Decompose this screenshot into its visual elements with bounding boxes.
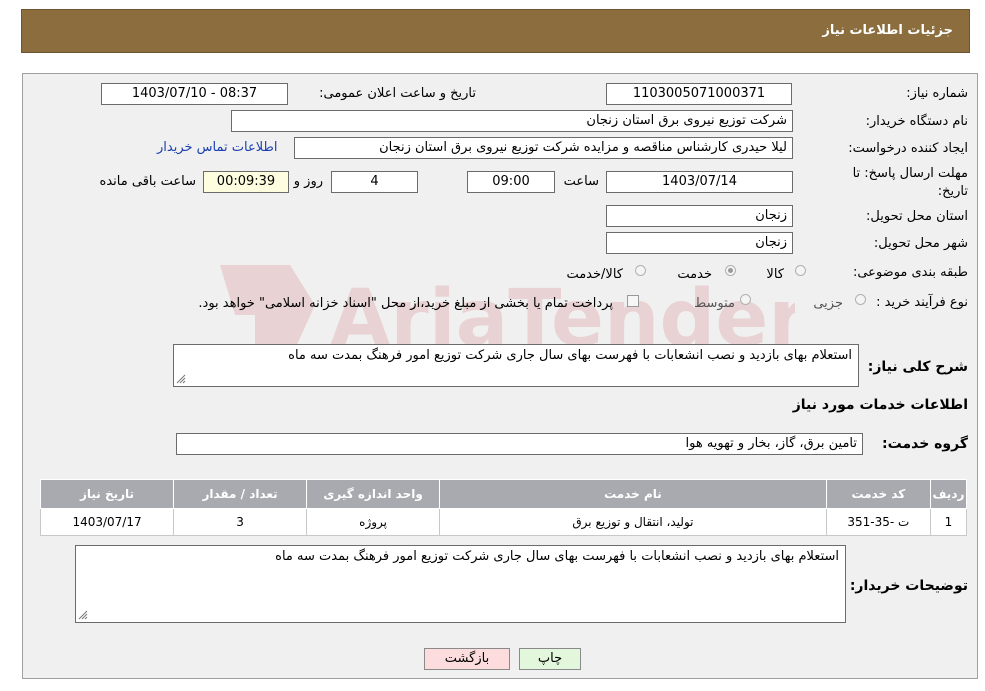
category-service-label: خدمت xyxy=(677,267,712,282)
province-field[interactable]: زنجان xyxy=(606,205,793,227)
table-row: 1 ت -35-351 تولید، انتقال و توزیع برق پر… xyxy=(39,508,968,536)
category-goods-radio[interactable] xyxy=(795,265,806,276)
print-button[interactable]: چاپ xyxy=(519,648,581,670)
province-label: استان محل تحویل: xyxy=(866,209,968,224)
cell-service-name: تولید، انتقال و توزیع برق xyxy=(439,508,827,536)
page-header: جزئیات اطلاعات نیاز xyxy=(21,9,970,53)
deadline-date-field[interactable]: 1403/07/14 xyxy=(606,171,793,193)
deadline-label-text: مهلت ارسال پاسخ: تا تاریخ: xyxy=(852,166,968,199)
requester-label: ایجاد کننده درخواست: xyxy=(848,141,968,156)
remaining-time-field: 00:09:39 xyxy=(203,171,289,193)
table-header-row: ردیف کد خدمت نام خدمت واحد اندازه گیری ت… xyxy=(39,479,968,509)
buyer-notes-text: استعلام بهای بازدید و نصب انشعابات با فه… xyxy=(275,549,839,564)
remaining-days-field[interactable]: 4 xyxy=(331,171,418,193)
cell-quantity: 3 xyxy=(173,508,308,536)
cell-service-code: ت -35-351 xyxy=(825,508,931,536)
service-group-field[interactable]: تامین برق، گاز، بخار و تهویه هوا xyxy=(176,433,863,455)
buyer-notes-label: توضیحات خریدار: xyxy=(849,578,968,594)
purchase-partial-label: جزیی xyxy=(813,296,843,311)
buyer-notes-textarea[interactable]: استعلام بهای بازدید و نصب انشعابات با فه… xyxy=(75,545,846,623)
col-need-date: تاریخ نیاز xyxy=(39,479,175,509)
city-field[interactable]: زنجان xyxy=(606,232,793,254)
category-goods-service-radio[interactable] xyxy=(635,265,646,276)
category-service-radio[interactable] xyxy=(725,265,736,276)
announce-datetime-label: تاریخ و ساعت اعلان عمومی: xyxy=(319,86,476,101)
deadline-time-label: ساعت xyxy=(563,174,599,189)
requester-field[interactable]: لیلا حیدری کارشناس مناقصه و مزایده شرکت … xyxy=(294,137,793,159)
deadline-time-field[interactable]: 09:00 xyxy=(467,171,555,193)
cell-need-date: 1403/07/17 xyxy=(39,508,175,536)
remaining-days-label: روز و xyxy=(293,174,323,189)
summary-textarea[interactable]: استعلام بهای بازدید و نصب انشعابات با فه… xyxy=(173,344,859,387)
category-label: طبقه بندی موضوعی: xyxy=(852,265,968,280)
need-number-label: شماره نیاز: xyxy=(906,86,968,101)
col-quantity: تعداد / مقدار xyxy=(173,479,308,509)
purchase-medium-label: متوسط xyxy=(694,296,735,311)
category-goods-service-label: کالا/خدمت xyxy=(566,267,623,282)
resize-grip-icon[interactable] xyxy=(176,374,186,384)
remaining-time-label: ساعت باقی مانده xyxy=(99,174,196,189)
need-number-field[interactable]: 1103005071000371 xyxy=(606,83,792,105)
service-group-label: گروه خدمت: xyxy=(882,436,968,452)
city-label: شهر محل تحویل: xyxy=(873,236,968,251)
deadline-label: مهلت ارسال پاسخ: تا تاریخ: xyxy=(838,165,968,201)
buyer-org-label: نام دستگاه خریدار: xyxy=(865,114,968,129)
services-section-title: اطلاعات خدمات مورد نیاز xyxy=(792,397,968,413)
page-title: جزئیات اطلاعات نیاز xyxy=(822,23,953,38)
purchase-medium-radio[interactable] xyxy=(740,294,751,305)
category-goods-label: کالا xyxy=(766,267,784,282)
col-service-name: نام خدمت xyxy=(439,479,827,509)
cell-unit: پروژه xyxy=(306,508,441,536)
col-unit: واحد اندازه گیری xyxy=(306,479,441,509)
services-table: ردیف کد خدمت نام خدمت واحد اندازه گیری ت… xyxy=(39,479,968,536)
treasury-checkbox[interactable] xyxy=(627,295,639,307)
col-service-code: کد خدمت xyxy=(825,479,931,509)
summary-text: استعلام بهای بازدید و نصب انشعابات با فه… xyxy=(288,348,852,363)
purchase-type-label: نوع فرآیند خرید : xyxy=(876,295,968,310)
announce-datetime-field[interactable]: 1403/07/10 - 08:37 xyxy=(101,83,288,105)
purchase-partial-radio[interactable] xyxy=(855,294,866,305)
buyer-org-field[interactable]: شرکت توزیع نیروی برق استان زنجان xyxy=(231,110,793,132)
treasury-note: پرداخت تمام یا بخشی از مبلغ خرید،از محل … xyxy=(198,296,613,311)
summary-label: شرح کلی نیاز: xyxy=(867,359,968,375)
back-button[interactable]: بازگشت xyxy=(424,648,510,670)
resize-grip-icon[interactable] xyxy=(78,610,88,620)
col-row-number: ردیف xyxy=(929,479,968,509)
cell-row-number: 1 xyxy=(929,508,968,536)
buyer-contact-link[interactable]: اطلاعات تماس خریدار xyxy=(157,140,277,155)
